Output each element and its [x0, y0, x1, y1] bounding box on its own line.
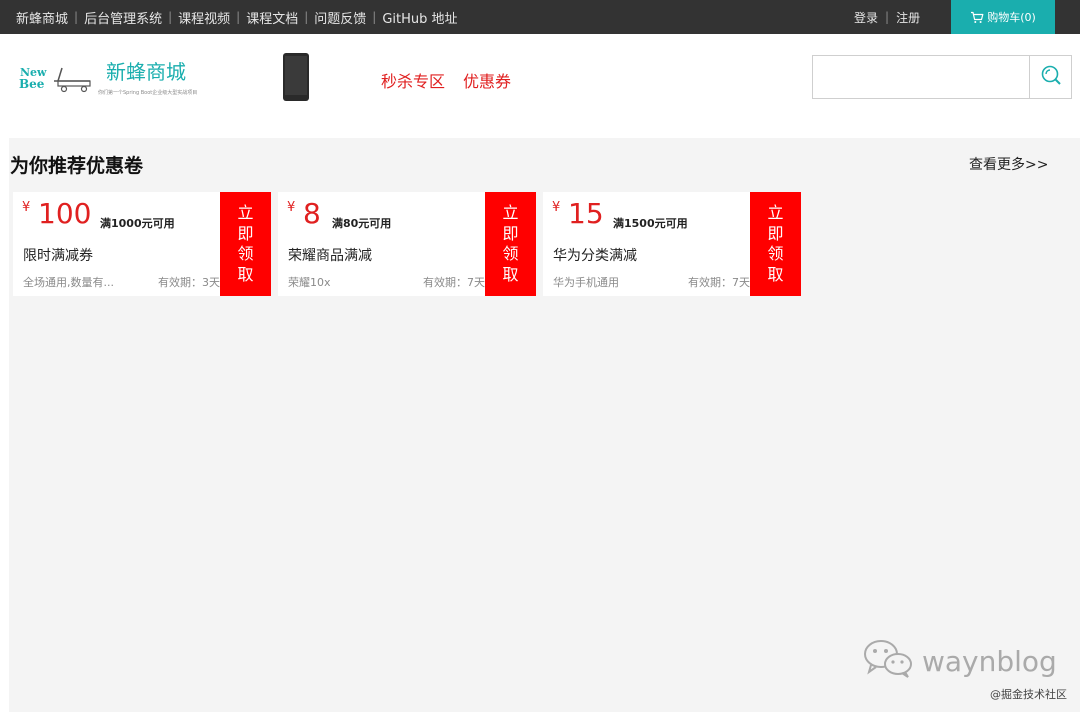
claim-char: 即: [237, 223, 254, 243]
claim-char: 取: [502, 264, 519, 284]
search-input[interactable]: [813, 56, 1029, 98]
coupon-scope: 全场通用,数量有...: [23, 276, 114, 289]
coupon-validity: 有效期：7天: [423, 276, 485, 289]
top-nav-separator: |: [304, 10, 309, 24]
section-title: 为你推荐优惠卷: [10, 155, 144, 177]
claim-button[interactable]: 立 即 领 取: [485, 192, 536, 296]
watermark-text: waynblog: [922, 644, 1057, 678]
top-link-admin[interactable]: 后台管理系统: [84, 8, 162, 27]
search-icon: [1040, 64, 1062, 90]
claim-char: 领: [767, 244, 784, 263]
coupon-body: ¥ 15 满1500元可用 华为分类满减 华为手机通用 有效期：7天: [543, 192, 750, 296]
claim-button[interactable]: 立 即 领 取: [220, 192, 271, 296]
top-link-github[interactable]: GitHub 地址: [382, 8, 457, 27]
top-link-home[interactable]: 新蜂商城: [16, 8, 68, 27]
auth-separator: |: [885, 10, 890, 24]
nav-flash-sale[interactable]: 秒杀专区: [381, 68, 445, 92]
currency-symbol: ¥: [287, 200, 296, 215]
search-box: [812, 55, 1072, 99]
header-nav: 秒杀专区 优惠券: [381, 68, 511, 92]
auth-links: 登录 | 注册: [854, 0, 920, 34]
coupon-condition: 满80元可用: [332, 217, 392, 230]
top-bar: 新蜂商城 | 后台管理系统 | 课程视频 | 课程文档 | 问题反馈 | Git…: [0, 0, 1080, 34]
coupon-scope: 华为手机通用: [553, 276, 619, 289]
logo-text-bee: Bee: [19, 77, 45, 91]
top-nav-separator: |: [236, 10, 241, 24]
top-nav-separator: |: [372, 10, 377, 24]
coupon-card: ¥ 8 满80元可用 荣耀商品满减 荣耀10x 有效期：7天 立 即 领 取: [278, 192, 536, 296]
coupon-amount: 15: [568, 197, 604, 230]
top-nav-separator: |: [74, 10, 79, 24]
logo[interactable]: New Bee: [18, 64, 92, 94]
coupon-condition: 满1000元可用: [100, 217, 175, 230]
coupon-scope: 荣耀10x: [288, 276, 331, 289]
header: New Bee 新蜂商城 你们第一个Spring Boot企业级大型实战项目 秒…: [0, 34, 1080, 138]
nav-coupons[interactable]: 优惠券: [463, 68, 511, 92]
coupon-validity: 有效期：3天: [158, 276, 220, 289]
site-name[interactable]: 新蜂商城: [106, 56, 186, 85]
watermark: waynblog: [862, 639, 1057, 681]
coupon-amount: 8: [303, 197, 321, 230]
claim-char: 领: [237, 244, 254, 263]
coupon-card: ¥ 15 满1500元可用 华为分类满减 华为手机通用 有效期：7天 立 即 领…: [543, 192, 801, 296]
cart-icon: [970, 11, 984, 24]
top-nav: 新蜂商城 | 后台管理系统 | 课程视频 | 课程文档 | 问题反馈 | Git…: [16, 0, 458, 34]
claim-char: 领: [502, 244, 519, 263]
wechat-icon: [862, 638, 914, 685]
top-link-docs[interactable]: 课程文档: [246, 8, 298, 27]
community-watermark: @掘金技术社区: [990, 688, 1067, 701]
coupon-body: ¥ 100 满1000元可用 限时满减券 全场通用,数量有... 有效期：3天: [13, 192, 220, 296]
coupon-validity: 有效期：7天: [688, 276, 750, 289]
currency-symbol: ¥: [552, 200, 561, 215]
top-link-feedback[interactable]: 问题反馈: [314, 8, 366, 27]
coupon-amount: 100: [38, 197, 92, 230]
login-link[interactable]: 登录: [854, 9, 878, 26]
coupon-name: 华为分类满减: [553, 248, 637, 264]
claim-char: 立: [237, 203, 254, 222]
claim-char: 即: [502, 223, 519, 243]
claim-button[interactable]: 立 即 领 取: [750, 192, 801, 296]
coupon-body: ¥ 8 满80元可用 荣耀商品满减 荣耀10x 有效期：7天: [278, 192, 485, 296]
coupon-name: 限时满减券: [23, 248, 93, 264]
coupon-card: ¥ 100 满1000元可用 限时满减券 全场通用,数量有... 有效期：3天 …: [13, 192, 271, 296]
currency-symbol: ¥: [22, 200, 31, 215]
coupon-condition: 满1500元可用: [613, 217, 688, 230]
coupon-section: 为你推荐优惠卷 查看更多>> ¥ 100 满1000元可用 限时满减券 全场通用…: [9, 138, 1080, 712]
claim-char: 立: [767, 203, 784, 222]
claim-char: 立: [502, 203, 519, 222]
phone-icon: [282, 53, 310, 101]
claim-char: 即: [767, 223, 784, 243]
more-link[interactable]: 查看更多>>: [969, 154, 1048, 174]
site-slogan: 你们第一个Spring Boot企业级大型实战项目: [98, 90, 198, 96]
search-button[interactable]: [1029, 56, 1071, 98]
coupon-name: 荣耀商品满减: [288, 248, 372, 264]
cart-button[interactable]: 购物车(0): [951, 0, 1055, 34]
claim-char: 取: [237, 264, 254, 284]
claim-char: 取: [767, 264, 784, 284]
top-nav-separator: |: [168, 10, 173, 24]
cart-label: 购物车(0): [987, 11, 1036, 24]
top-link-videos[interactable]: 课程视频: [178, 8, 230, 27]
register-link[interactable]: 注册: [896, 9, 920, 26]
